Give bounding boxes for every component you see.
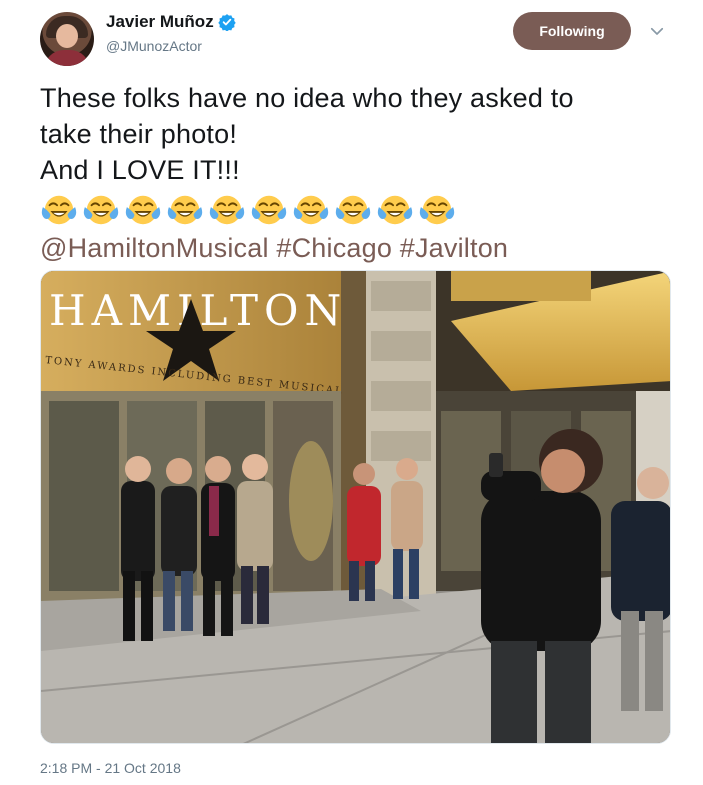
tweet-photo[interactable]: HAMILTON TONY AWARDS INCLUDING BEST MUSI… (40, 270, 671, 744)
following-button[interactable]: Following (513, 12, 631, 50)
hashtag-link[interactable]: #Chicago (276, 233, 399, 263)
face-with-tears-of-joy-icon (41, 195, 77, 225)
face-with-tears-of-joy-icon (251, 195, 287, 225)
tweet-text: These folks have no idea who they asked … (40, 80, 670, 266)
chevron-down-icon[interactable] (648, 22, 666, 40)
tweet-line: take their photo! (40, 119, 238, 149)
face-with-tears-of-joy-icon (335, 195, 371, 225)
face-with-tears-of-joy-icon (83, 195, 119, 225)
mention-link[interactable]: @HamiltonMusical (40, 233, 276, 263)
emoji-row (40, 190, 670, 230)
name-row: Javier Muñoz (106, 12, 236, 32)
display-name[interactable]: Javier Muñoz (106, 12, 214, 32)
tweet-header: Javier Muñoz @JMunozActor Following (40, 8, 680, 66)
tweet-tags: @HamiltonMusical #Chicago #Javilton (40, 230, 670, 266)
tweet-line: These folks have no idea who they asked … (40, 83, 574, 113)
tweet-timestamp[interactable]: 2:18 PM - 21 Oct 2018 (40, 760, 181, 776)
face-with-tears-of-joy-icon (293, 195, 329, 225)
user-handle[interactable]: @JMunozActor (106, 38, 202, 54)
avatar[interactable] (40, 12, 94, 66)
face-with-tears-of-joy-icon (209, 195, 245, 225)
face-with-tears-of-joy-icon (377, 195, 413, 225)
verified-badge-icon (218, 14, 236, 31)
face-with-tears-of-joy-icon (167, 195, 203, 225)
tweet-line: And I LOVE IT!!! (40, 155, 240, 185)
hashtag-link[interactable]: #Javilton (400, 233, 508, 263)
face-with-tears-of-joy-icon (419, 195, 455, 225)
photo-illustration: HAMILTON TONY AWARDS INCLUDING BEST MUSI… (41, 271, 670, 743)
face-with-tears-of-joy-icon (125, 195, 161, 225)
